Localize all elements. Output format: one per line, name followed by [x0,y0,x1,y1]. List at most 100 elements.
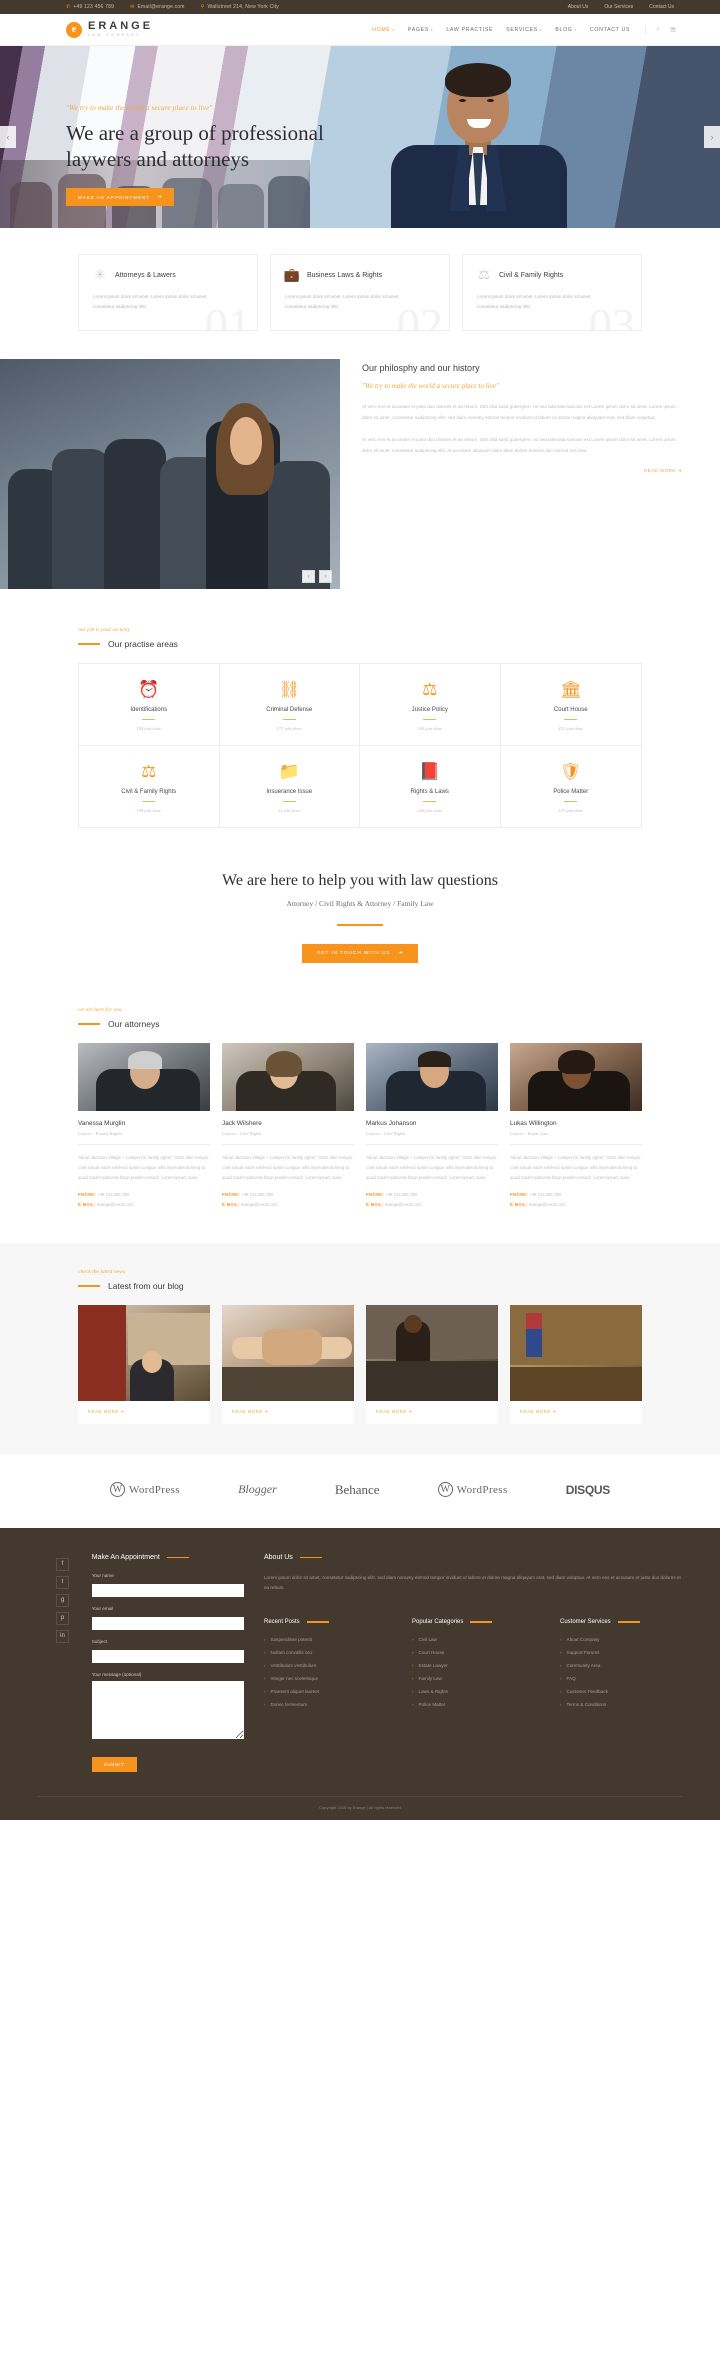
service-card[interactable]: 03 ⚖ Civil & Family Rights Lorem ipsum d… [462,254,642,331]
make-appointment-button[interactable]: MAKE AN APPOINTMENT ➜ [66,188,175,206]
footer-link[interactable]: › Estate Lawyer [412,1663,534,1668]
facebook-icon[interactable]: f [56,1557,69,1571]
blog-card[interactable]: READ MORE ➜ [510,1304,642,1424]
footer-link[interactable]: › Civil Law [412,1637,534,1642]
search-icon[interactable]: ⌕ [656,26,660,34]
nav-item-blog[interactable]: BLOG ▾ [555,27,577,33]
philosophy-prev-button[interactable]: ‹ [302,570,315,583]
service-title: Civil & Family Rights [499,271,564,279]
top-link-contact[interactable]: Contact Us [649,4,674,10]
social-links: f t g p in [56,1554,72,1772]
attorney-phone: +49 123 456 789 [97,1191,129,1197]
footer-link[interactable]: › Police Matter [412,1702,534,1707]
linkedin-icon[interactable]: in [56,1629,69,1643]
attorney-email[interactable]: erange@email.com [529,1202,565,1207]
practise-jobs: 157 jobs done [558,808,584,814]
philosophy-next-button[interactable]: › [319,570,332,583]
nav-item-pages[interactable]: PAGES ▾ [408,27,433,33]
hero-next-arrow[interactable]: › [704,126,720,148]
brand-logo[interactable]: e ERANGE LAW COMPANY [66,21,153,38]
footer-link[interactable]: › Terms & Conditions [560,1702,682,1707]
attorney-name: Vanessa Murglin [78,1119,126,1127]
footer-link[interactable]: › Family Law [412,1676,534,1681]
partner-wordpress-2[interactable]: W WordPress [437,1482,508,1498]
partner-blogger[interactable]: Blogger [238,1482,277,1497]
blog-card[interactable]: READ MORE ➜ [366,1304,498,1424]
nav-item-contact-us[interactable]: CONTACT US [590,27,630,33]
practise-cell[interactable]: ⛓ Criminal Defense 571 jobs done [219,664,360,747]
practise-cell[interactable]: ⏰ Identifications 194 jobs done [79,664,220,747]
google-plus-icon[interactable]: g [56,1593,69,1607]
partner-behance[interactable]: Behance [335,1482,380,1498]
subject-input[interactable] [91,1649,244,1663]
attorney-email[interactable]: erange@email.com [385,1202,421,1207]
practise-cell[interactable]: 🛡 Police Matter 157 jobs done [501,746,642,827]
philosophy-read-more-link[interactable]: READ MORE ➜ [362,468,682,474]
footer-link[interactable]: › Integer nec scelerisque [264,1676,386,1681]
twitter-icon[interactable]: t [56,1575,69,1589]
attorney-phone: +49 123 456 789 [529,1191,561,1197]
hero-headline: We are a group of professional laywers a… [66,121,324,171]
blog-read-more[interactable]: READ MORE ➜ [510,1401,642,1424]
partner-disqus[interactable]: DISQUS [566,1483,611,1497]
practise-cell[interactable]: 📁 Insuerance Issue 52 jobs done [220,746,360,828]
footer-link[interactable]: › Court House [412,1650,534,1655]
message-textarea[interactable] [91,1680,244,1739]
chevron-right-icon: › [412,1662,414,1668]
chevron-right-icon: › [412,1675,414,1681]
nav-item-law-practise[interactable]: LAW PRACTISE [446,27,493,33]
top-link-services[interactable]: Our Services [604,4,633,10]
footer-link[interactable]: › Donec fermentum [264,1702,386,1707]
nav-item-home[interactable]: HOME ▾ [372,27,395,33]
cart-icon[interactable]: ⛃ [670,26,676,34]
service-cards: 01 ✳ Attorneys & Lawers Lorem ipsum dolo… [0,228,720,331]
arrow-right-icon: ➜ [552,1408,557,1414]
footer-link[interactable]: › Support Forums [560,1650,682,1655]
book-icon: 📕 [419,762,441,782]
site-header: e ERANGE LAW COMPANY HOME ▾ PAGES ▾ LAW PR… [0,14,720,46]
footer-link[interactable]: › Laws & Rights [412,1689,534,1694]
submit-button[interactable]: SUBMIT [91,1756,137,1772]
attorney-email[interactable]: erange@email.com [241,1202,277,1207]
blog-card[interactable]: READ MORE ➜ [222,1304,354,1424]
nav-item-services[interactable]: SERVICES ▾ [506,27,542,33]
top-link-about[interactable]: About Us [568,4,589,10]
email-input[interactable] [91,1616,244,1630]
service-text: Lorem ipsum dolor sit amet. Lorem ipsum … [93,294,208,309]
footer-link[interactable]: › FAQ [560,1676,682,1681]
footer-link[interactable]: › Praesent aliquet laoreet [264,1689,386,1694]
name-input[interactable] [91,1583,244,1597]
email-label: E-MAIL: [510,1201,528,1207]
top-address-value: Wallstreet 214, New York City [207,4,280,10]
brand-name: ERANGE [88,20,154,33]
phone-icon: ✆ [66,4,71,10]
footer-link[interactable]: › Vestibulum vestibulum [264,1663,386,1668]
get-in-touch-button[interactable]: GET IN TOUCH WITH US ➜ [301,943,419,963]
pinterest-icon[interactable]: p [56,1611,69,1625]
phone-label: PHONE: [222,1191,241,1197]
practise-cell[interactable]: 🏛 Court House 421 jobs done [500,664,641,747]
practise-cell[interactable]: ⚖ Civil & Family Rights 198 jobs done [79,746,220,828]
chevron-right-icon: › [560,1636,562,1642]
blog-read-more[interactable]: READ MORE ➜ [366,1401,498,1424]
practise-cell[interactable]: ⚖ Justice Policy 189 jobs done [360,664,501,747]
footer-link[interactable]: › Suspendisse potenti [264,1637,386,1642]
footer-link[interactable]: › About Company [560,1637,682,1642]
partner-wordpress[interactable]: W WordPress [110,1482,180,1498]
message-label: Your message (optional) [91,1671,142,1677]
practise-cell[interactable]: 📕 Rights & Laws 226 jobs done [360,746,501,828]
service-text: Lorem ipsum dolor sit amet. Lorem ipsum … [285,294,400,309]
blog-read-more[interactable]: READ MORE ➜ [222,1401,354,1424]
practise-jobs: 189 jobs done [417,726,443,732]
hero-prev-arrow[interactable]: ‹ [0,126,16,148]
footer-link[interactable]: › Nullam convallis orci [264,1650,386,1655]
blog-card[interactable]: READ MORE ➜ [78,1304,210,1424]
service-card[interactable]: 01 ✳ Attorneys & Lawers Lorem ipsum dolo… [78,254,258,331]
attorney-email[interactable]: erange@email.com [97,1202,133,1207]
service-card[interactable]: 02 💼 Business Laws & Rights Lorem ipsum … [270,254,450,331]
blog-read-more[interactable]: READ MORE ➜ [78,1401,210,1424]
footer-link[interactable]: › Customer Feedback [560,1689,682,1694]
chevron-right-icon: › [412,1701,414,1707]
footer-link[interactable]: › Community Area [560,1663,682,1668]
attorney-bio: About Jackson Village – Lawyer for famil… [366,1154,497,1180]
